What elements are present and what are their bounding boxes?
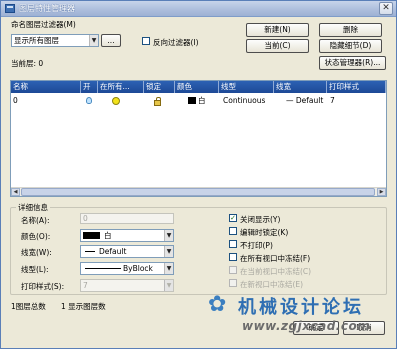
color-swatch-icon [83, 232, 100, 239]
name-label: 名称(A): [21, 216, 50, 225]
hide-details-button[interactable]: 隐藏细节(D) [319, 39, 382, 53]
option-label-freeze-current: 在当前视口中冻结(C) [240, 267, 312, 276]
plotstyle-label: 打印样式(S): [21, 282, 65, 291]
column-header-color[interactable]: 颜色 [175, 81, 219, 93]
watermark-logo-icon: ✿ [208, 292, 227, 317]
lineweight-label: 线宽(W): [21, 248, 52, 257]
layer-properties-dialog: 图层特性管理器 ✕ 命名图层过滤器(M) 显示所有图层 ▼ ... 反向过滤器(… [0, 0, 397, 349]
color-label: 颜色(O): [21, 232, 51, 241]
lineweight-select-value: Default [99, 247, 127, 256]
option-checkbox-freeze-all[interactable] [229, 253, 237, 261]
line-sample-icon [85, 251, 95, 252]
plotstyle-select: 7 ▼ [80, 279, 174, 292]
filter-section-label: 命名图层过滤器(M) [11, 20, 76, 29]
new-layer-button[interactable]: 新建(N) [246, 23, 309, 37]
column-header-on[interactable]: 开 [81, 81, 98, 93]
layer-manager-icon [5, 4, 15, 13]
state-manager-button[interactable]: 状态管理器(R)... [319, 56, 386, 70]
layer-plotstyle-cell[interactable]: 7 [330, 96, 335, 106]
column-header-plotstyle[interactable]: 打印样式 [327, 81, 386, 93]
column-header-lock[interactable]: 锁定 [144, 81, 175, 93]
sun-icon[interactable] [112, 97, 120, 105]
chevron-down-icon[interactable]: ▼ [89, 35, 98, 46]
line-sample-icon [85, 268, 121, 269]
linetype-select[interactable]: ByBlock ▼ [80, 262, 174, 275]
option-checkbox-lock[interactable] [229, 227, 237, 235]
layer-lineweight-cell[interactable]: — Default [286, 96, 323, 106]
chevron-down-icon: ▼ [164, 280, 173, 291]
option-label-lock: 编辑时锁定(K) [240, 228, 289, 237]
color-select[interactable]: 白 ▼ [80, 229, 174, 242]
option-label-freeze-new: 在新视口中冻结(E) [240, 280, 304, 289]
filter-browse-button[interactable]: ... [101, 34, 121, 47]
plotstyle-select-value: 7 [83, 281, 88, 290]
horizontal-scrollbar[interactable]: ◀ ▶ [11, 187, 386, 196]
option-checkbox-freeze-current [229, 266, 237, 274]
shown-layers-count: 1 显示图层数 [61, 302, 106, 311]
linetype-select-value: ByBlock [123, 264, 153, 273]
column-header-freeze-all[interactable]: 在所有... [98, 81, 144, 93]
chevron-down-icon[interactable]: ▼ [164, 263, 173, 274]
column-header-lineweight[interactable]: 线宽 [274, 81, 327, 93]
delete-layer-button[interactable]: 删除 [319, 23, 382, 37]
option-checkbox-freeze-new [229, 279, 237, 287]
chevron-down-icon[interactable]: ▼ [164, 246, 173, 257]
current-layer-label: 当前层: 0 [11, 59, 44, 68]
layer-filter-select[interactable]: 显示所有图层 ▼ [11, 34, 99, 47]
set-current-button[interactable]: 当前(C) [246, 39, 309, 53]
layer-filter-value: 显示所有图层 [14, 36, 59, 45]
column-header-name[interactable]: 名称 [11, 81, 81, 93]
title-bar[interactable]: 图层特性管理器 ✕ [1, 1, 396, 17]
close-icon: ✕ [382, 3, 390, 13]
invert-filter-label: 反向过滤器(I) [153, 38, 199, 47]
total-layers-count: 1图层总数 [11, 302, 46, 311]
lineweight-select[interactable]: Default ▼ [80, 245, 174, 258]
unlock-icon[interactable] [154, 97, 161, 106]
option-checkbox-off-display[interactable]: ✓ [229, 214, 237, 222]
scroll-left-icon[interactable]: ◀ [11, 188, 20, 196]
window-title: 图层特性管理器 [19, 4, 75, 13]
linetype-label: 线型(L): [21, 265, 49, 274]
chevron-down-icon[interactable]: ▼ [164, 230, 173, 241]
close-button[interactable]: ✕ [379, 2, 393, 15]
watermark: ✿ 机械设计论坛 www.zgjxcad.com [208, 290, 390, 342]
layer-name-cell: 0 [13, 96, 18, 105]
scroll-right-icon[interactable]: ▶ [377, 188, 386, 196]
column-header-linetype[interactable]: 线型 [219, 81, 274, 93]
option-label-off-display: 关闭显示(Y) [240, 215, 281, 224]
option-checkbox-no-plot[interactable] [229, 240, 237, 248]
watermark-url: www.zgjxcad.com [242, 319, 371, 333]
color-select-value: 白 [104, 231, 112, 240]
layer-color-cell[interactable]: 白 [198, 96, 206, 106]
name-field-value: 0 [83, 214, 88, 223]
details-title: 详细信息 [16, 202, 50, 213]
invert-filter-checkbox[interactable] [142, 37, 150, 45]
color-swatch-icon[interactable] [188, 97, 196, 104]
name-field: 0 [80, 213, 174, 224]
details-group [10, 207, 387, 295]
watermark-name: 机械设计论坛 [238, 297, 364, 318]
layer-list[interactable]: 名称 开 在所有... 锁定 颜色 线型 线宽 打印样式 0 白 Continu… [10, 80, 387, 197]
layer-linetype-cell[interactable]: Continuous [223, 96, 265, 106]
option-label-no-plot: 不打印(P) [240, 241, 273, 250]
option-label-freeze-all: 在所有视口中冻结(F) [240, 254, 311, 263]
scrollbar-thumb[interactable] [21, 188, 375, 196]
lightbulb-icon[interactable] [86, 97, 92, 104]
